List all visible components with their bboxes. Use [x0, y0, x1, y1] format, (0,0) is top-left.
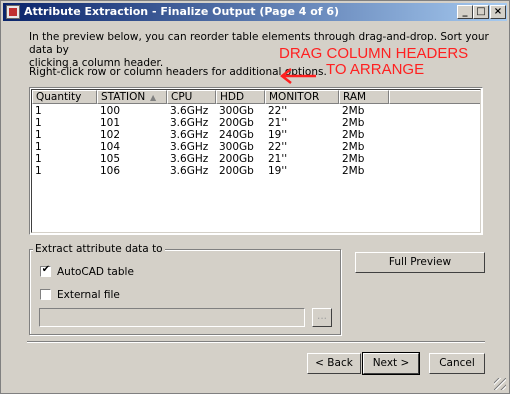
annotation-line-1: DRAG COLUMN HEADERS: [279, 45, 469, 62]
table-cell: 2Mb: [342, 141, 365, 153]
table-cell: 300Gb: [219, 141, 254, 153]
table-cell: 2Mb: [342, 165, 365, 177]
table-cell: 1: [35, 105, 42, 117]
autocad-table-checkbox[interactable]: ✔: [40, 264, 51, 277]
preview-table[interactable]: Quantity STATION ▲ CPU HDD MONITOR RAM 1…: [29, 87, 483, 235]
table-cell: 200Gb: [219, 153, 254, 165]
column-header-station-label: STATION: [101, 91, 146, 103]
minimize-button[interactable]: _: [457, 5, 473, 19]
table-cell: 101: [100, 117, 121, 129]
table-cell: 22'': [268, 105, 288, 117]
table-cell: 2Mb: [342, 105, 365, 117]
column-header-monitor[interactable]: MONITOR: [265, 90, 339, 104]
annotation-arrow-icon: [279, 68, 316, 84]
external-file-path-input[interactable]: [39, 308, 305, 327]
table-cell: 3.6GHz: [170, 153, 209, 165]
table-cell: 1: [35, 141, 42, 153]
full-preview-button[interactable]: Full Preview: [355, 252, 485, 273]
table-row[interactable]: 1 100 3.6GHz 300Gb 22'' 2Mb: [32, 105, 480, 117]
table-cell: 2Mb: [342, 129, 365, 141]
table-cell: 200Gb: [219, 117, 254, 129]
table-cell: 1: [35, 117, 42, 129]
extract-group-label: Extract attribute data to: [33, 243, 165, 255]
table-cell: 3.6GHz: [170, 105, 209, 117]
table-cell: 3.6GHz: [170, 141, 209, 153]
column-header-ram[interactable]: RAM: [339, 90, 389, 104]
table-cell: 300Gb: [219, 105, 254, 117]
table-cell: 200Gb: [219, 165, 254, 177]
preview-table-body: Quantity STATION ▲ CPU HDD MONITOR RAM 1…: [31, 89, 481, 233]
resize-grip-icon[interactable]: [494, 378, 506, 390]
table-cell: 1: [35, 153, 42, 165]
table-row[interactable]: 1 106 3.6GHz 200Gb 19'' 2Mb: [32, 165, 480, 177]
table-cell: 102: [100, 129, 121, 141]
table-cell: 2Mb: [342, 153, 365, 165]
column-header-cpu[interactable]: CPU: [167, 90, 216, 104]
table-cell: 1: [35, 165, 42, 177]
table-cell: 22'': [268, 141, 288, 153]
table-cell: 104: [100, 141, 121, 153]
table-cell: 21'': [268, 117, 288, 129]
table-cell: 100: [100, 105, 121, 117]
column-header-quantity[interactable]: Quantity: [32, 90, 97, 104]
app-icon: [6, 5, 20, 19]
annotation-line-2: TO ARRANGE: [326, 61, 425, 78]
table-row[interactable]: 1 101 3.6GHz 200Gb 21'' 2Mb: [32, 117, 480, 129]
table-cell: 106: [100, 165, 121, 177]
table-cell: 19'': [268, 165, 288, 177]
title-bar[interactable]: Attribute Extraction - Finalize Output (…: [3, 3, 507, 21]
table-cell: 3.6GHz: [170, 165, 209, 177]
autocad-table-label[interactable]: AutoCAD table: [57, 266, 134, 278]
table-cell: 19'': [268, 129, 288, 141]
column-header-filler: [389, 90, 480, 104]
external-file-label[interactable]: External file: [57, 289, 120, 301]
cancel-button[interactable]: Cancel: [429, 353, 485, 374]
table-row[interactable]: 1 105 3.6GHz 200Gb 21'' 2Mb: [32, 153, 480, 165]
window-title: Attribute Extraction - Finalize Output (…: [24, 5, 340, 18]
table-cell: 1: [35, 129, 42, 141]
maximize-button[interactable]: □: [473, 5, 489, 19]
column-header-station[interactable]: STATION ▲: [97, 90, 167, 104]
sort-ascending-icon: ▲: [150, 93, 157, 102]
separator: [27, 341, 485, 343]
table-cell: 3.6GHz: [170, 117, 209, 129]
table-cell: 2Mb: [342, 117, 365, 129]
table-cell: 240Gb: [219, 129, 254, 141]
table-cell: 3.6GHz: [170, 129, 209, 141]
next-button[interactable]: Next >: [362, 352, 420, 375]
dialog-window: Attribute Extraction - Finalize Output (…: [0, 0, 510, 394]
close-button[interactable]: ×: [490, 5, 506, 19]
back-button[interactable]: < Back: [307, 353, 361, 374]
column-header-hdd[interactable]: HDD: [216, 90, 265, 104]
table-row[interactable]: 1 102 3.6GHz 240Gb 19'' 2Mb: [32, 129, 480, 141]
table-row[interactable]: 1 104 3.6GHz 300Gb 22'' 2Mb: [32, 141, 480, 153]
table-cell: 21'': [268, 153, 288, 165]
browse-button[interactable]: ...: [312, 308, 332, 327]
table-cell: 105: [100, 153, 121, 165]
checkmark-icon: ✔: [41, 264, 51, 275]
external-file-checkbox[interactable]: [40, 289, 51, 300]
